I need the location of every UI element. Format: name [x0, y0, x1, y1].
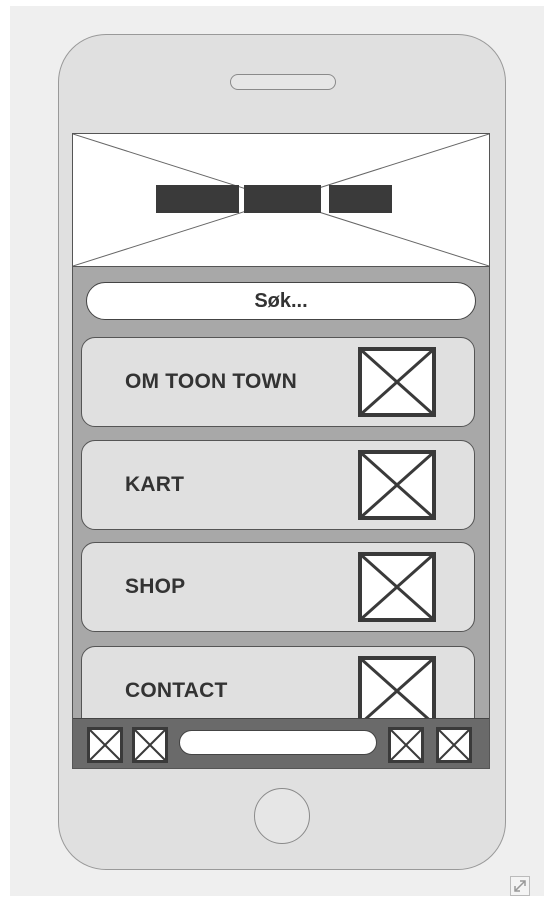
image-placeholder-icon [358, 450, 436, 520]
expand-icon[interactable] [510, 876, 530, 896]
image-placeholder-icon [358, 347, 436, 417]
title-block [156, 185, 239, 213]
menu-item-om-toon-town[interactable]: OM TOON TOWN [81, 337, 475, 427]
image-placeholder-icon[interactable] [436, 727, 472, 763]
image-placeholder-icon[interactable] [132, 727, 168, 763]
image-placeholder-icon [358, 656, 436, 726]
header-image-placeholder [73, 134, 489, 267]
search-placeholder: Søk... [254, 289, 308, 312]
menu-item-label: SHOP [125, 575, 186, 598]
phone-screen: Søk... OM TOON TOWN KART SHOP CONTACT [72, 133, 490, 769]
bottom-toolbar [73, 718, 489, 768]
title-block [244, 185, 321, 213]
image-placeholder-icon[interactable] [87, 727, 123, 763]
phone-speaker [230, 74, 336, 90]
menu-item-label: CONTACT [125, 679, 228, 702]
title-block [329, 185, 392, 213]
menu-item-kart[interactable]: KART [81, 440, 475, 530]
menu-item-shop[interactable]: SHOP [81, 542, 475, 632]
image-placeholder-icon[interactable] [388, 727, 424, 763]
search-input[interactable]: Søk... [86, 282, 476, 320]
menu-item-label: KART [125, 473, 185, 496]
image-placeholder-icon [358, 552, 436, 622]
menu-item-label: OM TOON TOWN [125, 370, 297, 393]
toolbar-input[interactable] [179, 730, 377, 755]
home-button[interactable] [254, 788, 310, 844]
